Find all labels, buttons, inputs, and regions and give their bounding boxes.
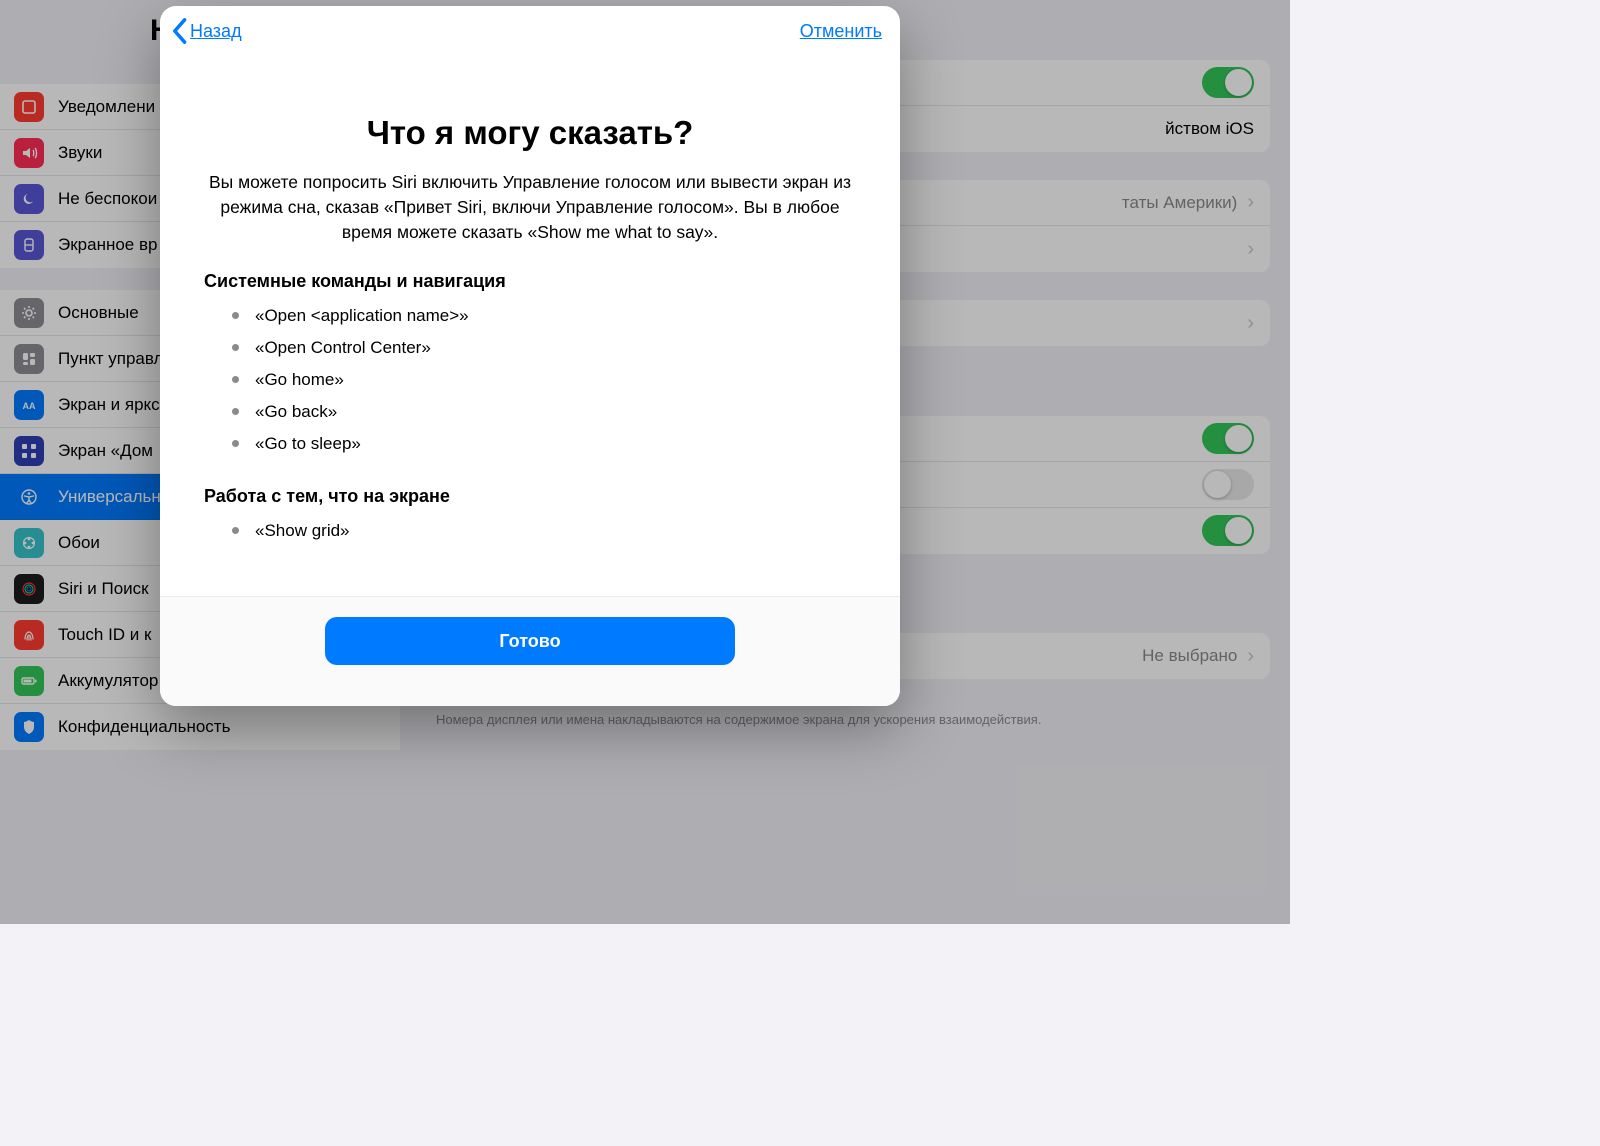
section-heading: Системные команды и навигация [204,271,856,292]
command-list-item: «Show grid» [232,521,856,541]
sheet-nav-bar: Назад Отменить [160,6,900,56]
bullet-icon [232,376,239,383]
bullet-icon [232,408,239,415]
bullet-icon [232,527,239,534]
command-text: «Go home» [255,370,344,390]
command-list: «Show grid» [232,521,856,553]
section-heading: Работа с тем, что на экране [204,486,856,507]
command-text: «Go to sleep» [255,434,361,454]
command-list-item: «Go back» [232,402,856,422]
sheet-title: Что я могу сказать? [204,114,856,152]
bullet-icon [232,344,239,351]
done-button[interactable]: Готово [325,617,735,665]
command-text: «Open Control Center» [255,338,431,358]
command-text: «Open <application name>» [255,306,469,326]
command-list-item: «Open Control Center» [232,338,856,358]
command-list: «Open <application name>» «Open Control C… [232,306,856,466]
command-list-item: «Open <application name>» [232,306,856,326]
what-can-i-say-sheet: Назад Отменить Что я могу сказать? Вы мо… [160,6,900,706]
bullet-icon [232,312,239,319]
command-list-item: «Go to sleep» [232,434,856,454]
back-button[interactable]: Назад [170,17,242,45]
command-text: «Show grid» [255,521,350,541]
sheet-description: Вы можете попросить Siri включить Управл… [204,170,856,245]
command-list-item: «Go home» [232,370,856,390]
back-label: Назад [190,21,242,42]
cancel-button[interactable]: Отменить [800,21,882,42]
sheet-footer: Готово [160,596,900,706]
bullet-icon [232,440,239,447]
chevron-left-icon [170,17,188,45]
command-text: «Go back» [255,402,337,422]
